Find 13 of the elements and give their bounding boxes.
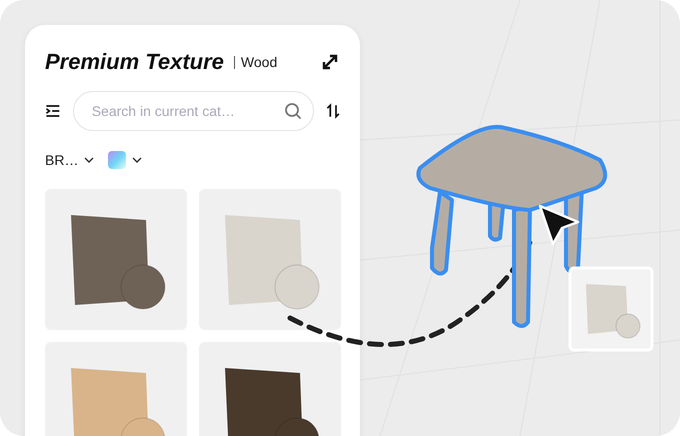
expand-icon[interactable] [320,52,340,72]
color-dropdown[interactable] [108,151,142,169]
texture-tile[interactable] [45,189,187,330]
sort-icon[interactable] [326,101,340,121]
search-field[interactable]: Search in current cat… [72,91,314,131]
category-label: Wood [234,56,278,68]
cursor-icon [538,204,580,246]
caret-icon [132,157,142,163]
panel-title: Premium Texture [45,49,224,75]
texture-tile[interactable] [199,189,341,330]
search-icon[interactable] [284,102,302,120]
caret-icon [84,157,94,163]
brand-dropdown[interactable]: BR… [45,151,94,169]
